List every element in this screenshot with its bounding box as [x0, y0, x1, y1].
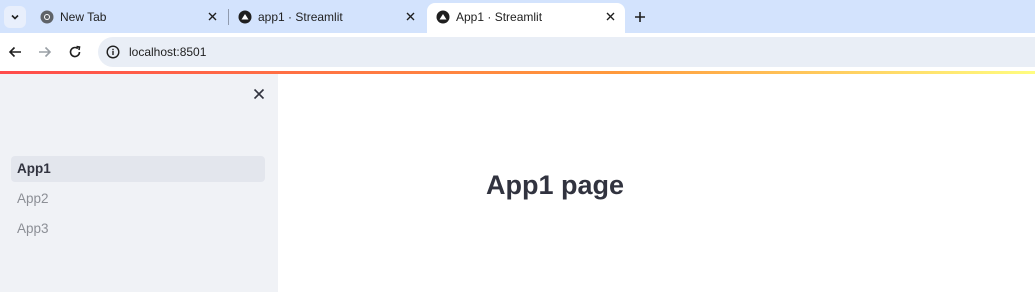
sidebar-item-app2[interactable]: App2 — [11, 186, 265, 212]
info-icon[interactable] — [106, 45, 120, 59]
tab-app1-lower[interactable]: app1 · Streamlit — [229, 0, 425, 33]
forward-button[interactable] — [36, 43, 54, 61]
back-button[interactable] — [6, 43, 24, 61]
tab-search-button[interactable] — [4, 6, 26, 28]
page-title: App1 page — [486, 170, 625, 200]
streamlit-icon — [436, 10, 450, 24]
tab-title: New Tab — [60, 10, 107, 24]
browser-toolbar: localhost:8501 — [0, 33, 1035, 71]
sidebar: App1 App2 App3 — [0, 74, 278, 292]
tab-close-button[interactable] — [403, 9, 417, 23]
close-icon — [253, 88, 265, 100]
arrow-right-icon — [39, 46, 52, 58]
new-tab-button[interactable] — [631, 8, 649, 26]
sidebar-item-app1[interactable]: App1 — [11, 156, 265, 182]
close-icon — [406, 12, 414, 20]
address-bar[interactable]: localhost:8501 — [98, 37, 1035, 67]
reload-icon — [69, 45, 81, 58]
streamlit-icon — [238, 10, 252, 24]
tab-app1-active[interactable]: App1 · Streamlit — [427, 3, 625, 33]
browser-tab-strip: New Tab app1 · Streamlit App1 · Streamli… — [0, 0, 1035, 33]
sidebar-item-app3[interactable]: App3 — [11, 216, 265, 242]
close-icon — [208, 12, 216, 20]
plus-icon — [635, 12, 645, 22]
chrome-icon — [40, 10, 54, 24]
reload-button[interactable] — [66, 43, 84, 61]
sidebar-close-button[interactable] — [251, 86, 267, 102]
main-content: App1 page — [278, 74, 1035, 292]
tab-title: App1 · Streamlit — [456, 10, 543, 24]
tab-title: app1 · Streamlit — [258, 10, 343, 24]
url-text: localhost:8501 — [129, 45, 207, 59]
tab-new-tab[interactable]: New Tab — [31, 0, 227, 33]
tab-close-button[interactable] — [603, 9, 617, 23]
close-icon — [606, 12, 614, 20]
chevron-down-icon — [11, 14, 19, 20]
sidebar-nav: App1 App2 App3 — [11, 156, 265, 246]
arrow-left-icon — [8, 46, 21, 58]
tab-close-button[interactable] — [205, 9, 219, 23]
